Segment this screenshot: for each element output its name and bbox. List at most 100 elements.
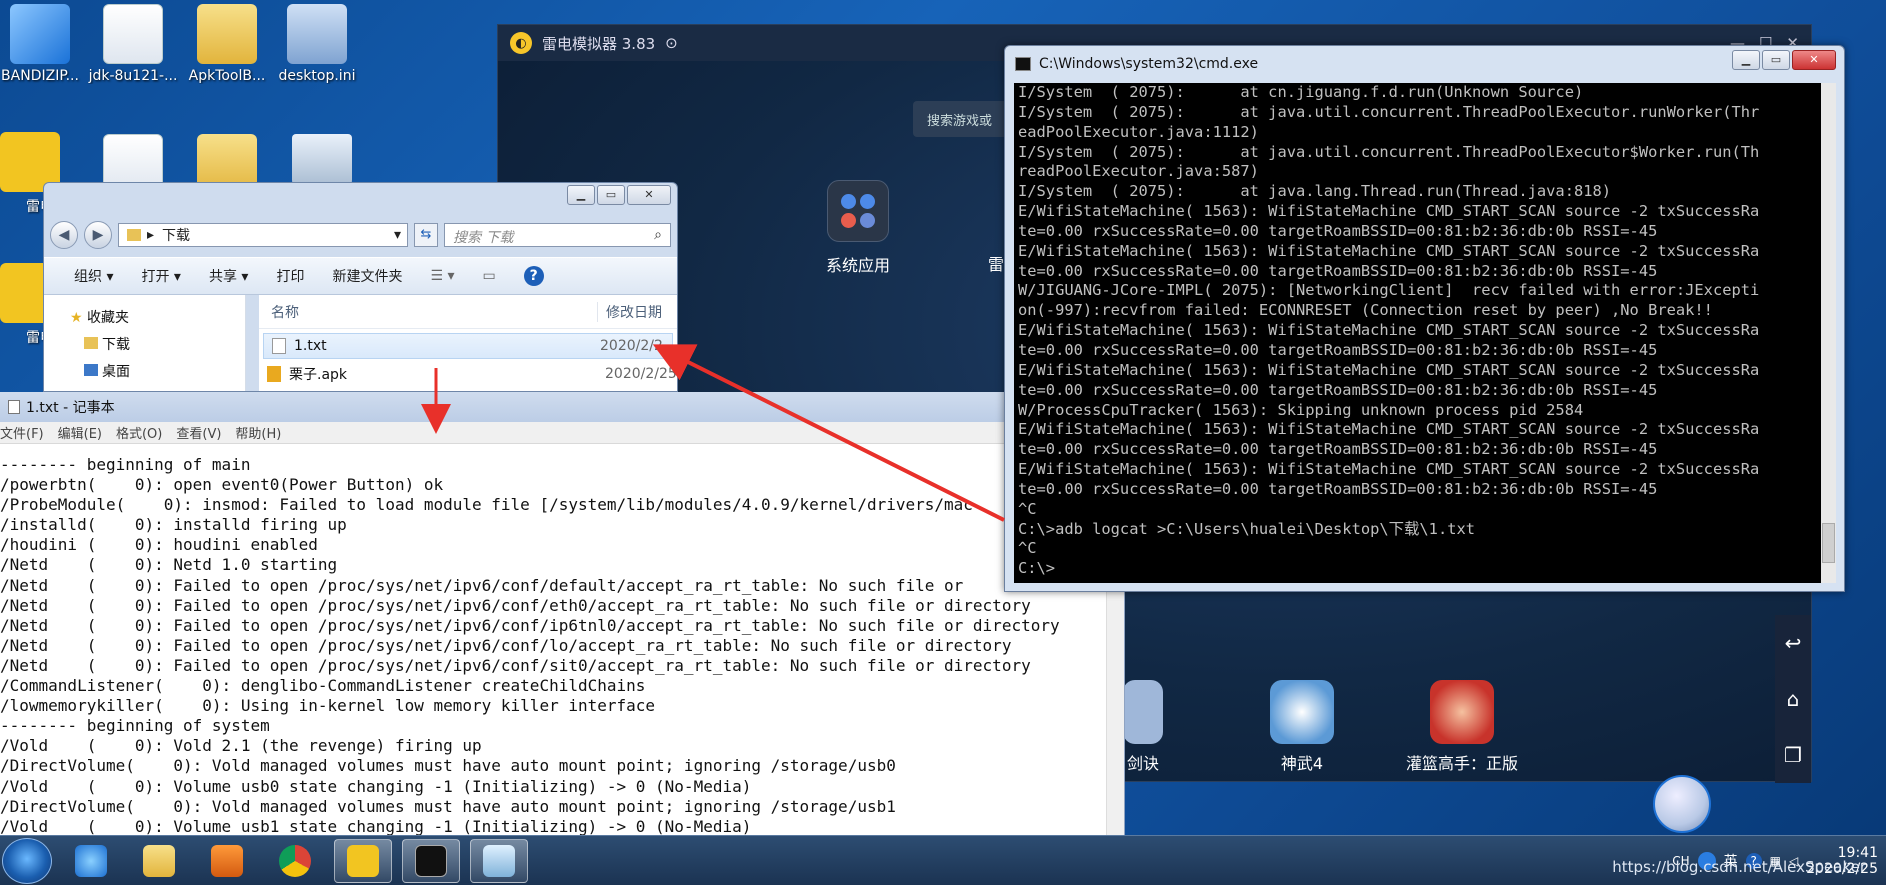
minimize-button[interactable]: ▁ [567, 185, 595, 205]
console-icon [415, 844, 447, 877]
cmd-line: te=0.00 rxSuccessRate=0.00 targetRoamBSS… [1018, 440, 1658, 459]
notepad-line: /installd( 0): installd firing up [0, 515, 347, 535]
notepad-titlebar[interactable]: 1.txt - 记事本 [0, 392, 1124, 422]
system-apps-folder[interactable]: 系统应用 [813, 180, 903, 276]
notepad-text-area[interactable]: -------- beginning of main/powerbtn( 0):… [0, 455, 1105, 835]
search-input[interactable]: 搜索 下载 ⌕ [444, 223, 671, 247]
file-list: 名称 修改日期 1.txt 2020/2/2 栗子.apk 2020/2/25 [259, 295, 677, 391]
new-folder-button[interactable]: 新建文件夹 [332, 266, 402, 286]
minimize-button[interactable]: ▁ [1732, 50, 1760, 70]
notepad-line: /houdini ( 0): houdini enabled [0, 535, 318, 555]
system-apps-label: 系统应用 [825, 256, 890, 275]
notepad-line: /Netd ( 0): Failed to open /proc/sys/net… [0, 575, 964, 595]
notepad-line: /Netd ( 0): Failed to open /proc/sys/net… [0, 615, 1060, 635]
file-row[interactable]: 1.txt 2020/2/2 [263, 333, 673, 359]
console-icon [1015, 57, 1031, 71]
notepad-line: /ProbeModule( 0): insmod: Failed to load… [0, 495, 973, 515]
apk-file-icon [267, 366, 281, 382]
taskbar-cmd[interactable] [402, 838, 460, 883]
back-button[interactable]: ◀ [50, 221, 78, 249]
ie-icon [75, 844, 107, 877]
ldplayer-logo-icon: ◐ [510, 32, 532, 54]
desktop-icon [84, 364, 98, 376]
menu-format[interactable]: 格式(O) [116, 423, 162, 442]
desktop-icon-desktop-ini[interactable]: desktop.ini [267, 4, 367, 84]
address-bar[interactable]: ▸ 下载 ▾ [118, 223, 408, 247]
close-button[interactable]: ✕ [627, 185, 671, 205]
cmd-title: C:\Windows\system32\cmd.exe [1039, 56, 1259, 72]
cmd-line: te=0.00 rxSuccessRate=0.00 targetRoamBSS… [1018, 261, 1658, 280]
taskbar-ie[interactable] [62, 839, 120, 883]
home-icon[interactable]: ⌂ [1787, 687, 1800, 711]
notepad-line: /Netd ( 0): Failed to open /proc/sys/net… [0, 595, 1031, 615]
nav-item-desktop[interactable]: 桌面 [70, 359, 245, 386]
cmd-console-output[interactable]: I/System ( 2075): at cn.jiguang.f.d.run(… [1014, 83, 1822, 583]
cmd-titlebar[interactable]: C:\Windows\system32\cmd.exe [1005, 46, 1844, 82]
installer-icon [10, 4, 70, 64]
assistant-robot-icon[interactable] [1653, 775, 1711, 833]
taskbar-media-player[interactable] [198, 839, 256, 883]
folder-icon [127, 229, 141, 241]
taskbar: CH 英 ? ▦ ◁ 19:41 2020/2/25 [0, 835, 1886, 885]
nav-item-downloads[interactable]: 下载 [70, 332, 245, 359]
back-icon[interactable]: ↩ [1785, 631, 1802, 655]
forward-button[interactable]: ▶ [84, 221, 112, 249]
taskbar-ldplayer[interactable] [334, 838, 392, 883]
nav-item-favorites[interactable]: ★ 收藏夹 [70, 305, 245, 332]
taskbar-explorer[interactable] [130, 839, 188, 883]
open-button[interactable]: 打开 ▾ [141, 266, 180, 286]
notepad-line: -------- beginning of system [0, 716, 270, 736]
explorer-window[interactable]: ▁ ▭ ✕ ◀ ▶ ▸ 下载 ▾ ⇆ 搜索 下载 ⌕ 组织 ▾ 打开 ▾ 共享 … [43, 182, 678, 392]
share-button[interactable]: 共享 ▾ [209, 266, 248, 286]
organize-button[interactable]: 组织 ▾ [74, 266, 113, 286]
taskbar-chrome[interactable] [266, 839, 324, 883]
notepad-line: -------- beginning of main [0, 455, 251, 474]
emulator-nav-bar: ↩ ⌂ ❐ [1775, 615, 1811, 783]
menu-view[interactable]: 查看(V) [176, 423, 221, 442]
desktop-icon-apktool[interactable]: ApkToolB... [177, 4, 277, 84]
notepad-line: /Vold ( 0): Volume usb1 state changing -… [0, 816, 752, 835]
maximize-button[interactable]: ▭ [1762, 50, 1790, 70]
file-row[interactable]: 栗子.apk 2020/2/25 [259, 361, 677, 387]
start-button[interactable] [2, 837, 52, 884]
menu-edit[interactable]: 编辑(E) [58, 423, 102, 442]
notepad-line: /CommandListener( 0): denglibo-CommandLi… [0, 676, 646, 696]
explorer-toolbar: 组织 ▾ 打开 ▾ 共享 ▾ 打印 新建文件夹 ☰ ▾ ▭ ? [44, 257, 677, 295]
path-separator-icon: ▸ [147, 227, 155, 243]
cmd-window[interactable]: C:\Windows\system32\cmd.exe ▁ ▭ ✕ I/Syst… [1004, 45, 1845, 592]
chevron-down-icon[interactable]: ▾ [394, 227, 407, 243]
game-slamdunk[interactable]: 灌篮高手：正版 [1406, 680, 1518, 774]
desktop-icon-bandizip[interactable]: BANDIZIP... [0, 4, 90, 84]
cmd-line: E/WifiStateMachine( 1563): WifiStateMach… [1018, 241, 1760, 260]
view-options-icon[interactable]: ☰ ▾ [430, 268, 454, 284]
notepad-icon [8, 400, 20, 414]
cmd-line: eadPoolExecutor.java:1112) [1018, 122, 1259, 141]
refresh-button[interactable]: ⇆ [414, 223, 438, 247]
taskbar-notepad[interactable] [470, 838, 528, 883]
menu-file[interactable]: 文件(F) [0, 423, 44, 442]
print-button[interactable]: 打印 [276, 266, 304, 286]
scrollbar-thumb[interactable] [1822, 523, 1835, 563]
search-icon: ⌕ [654, 227, 662, 243]
column-name[interactable]: 名称 [271, 302, 299, 322]
notepad-line: /DirectVolume( 0): Vold managed volumes … [0, 756, 896, 776]
maximize-button[interactable]: ▭ [597, 185, 625, 205]
watermark: https://blog.csdn.net/AlexSpeaker [1612, 858, 1866, 876]
game-icon [1270, 680, 1334, 744]
preview-pane-icon[interactable]: ▭ [482, 268, 495, 284]
cmd-scrollbar[interactable] [1821, 83, 1836, 583]
desktop-icon-jdk[interactable]: jdk-8u121-... [83, 4, 183, 84]
cmd-line: W/JIGUANG-JCore-IMPL( 2075): [Networking… [1018, 281, 1760, 300]
recents-icon[interactable]: ❐ [1784, 743, 1802, 767]
column-date[interactable]: 修改日期 [597, 301, 677, 322]
menu-help[interactable]: 帮助(H) [235, 423, 281, 442]
help-icon[interactable]: ? [523, 266, 544, 286]
ldplayer-icon [347, 844, 379, 877]
game-shenwu4[interactable]: 神武4 [1270, 680, 1334, 774]
notepad-window[interactable]: 1.txt - 记事本 文件(F) 编辑(E) 格式(O) 查看(V) 帮助(H… [0, 392, 1125, 835]
notepad-line: /Netd ( 0): Netd 1.0 starting [0, 555, 338, 575]
close-button[interactable]: ✕ [1792, 50, 1836, 70]
cmd-line: E/WifiStateMachine( 1563): WifiStateMach… [1018, 202, 1760, 221]
gamepad-icon[interactable]: ⊙ [665, 34, 678, 52]
game-jianjue[interactable]: 剑诀 [1123, 680, 1163, 774]
